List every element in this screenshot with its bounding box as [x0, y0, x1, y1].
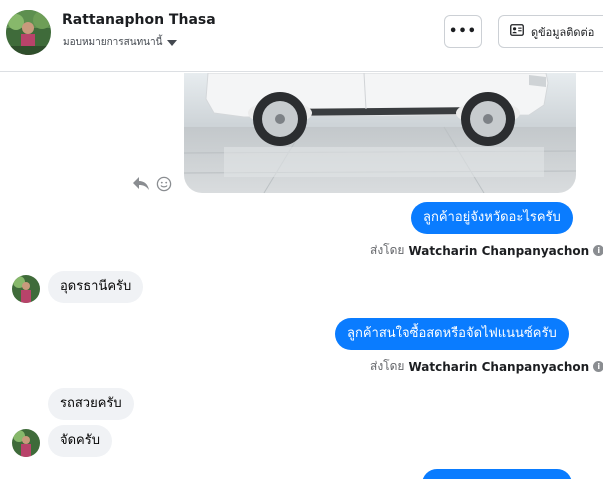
contact-avatar-small[interactable]: [12, 429, 40, 457]
message-actions: [132, 176, 172, 192]
view-contact-info-button[interactable]: ดูข้อมูลติดต่อ: [498, 15, 603, 48]
sent-by-line: ส่งโดย Watcharin Chanpanyachon i: [370, 241, 603, 260]
info-icon[interactable]: i: [593, 361, 603, 372]
outgoing-message-partial[interactable]: [422, 469, 572, 479]
contact-avatar[interactable]: [6, 10, 51, 55]
conversation-header: Rattanaphon Thasa มอบหมายการสนทนานี้ •••…: [0, 0, 603, 72]
reply-icon[interactable]: [132, 176, 150, 192]
contact-avatar-small[interactable]: [12, 275, 40, 303]
sent-by-name[interactable]: Watcharin Chanpanyachon: [408, 244, 589, 258]
info-icon[interactable]: i: [593, 245, 603, 256]
assign-conversation-dropdown[interactable]: มอบหมายการสนทนานี้: [63, 35, 178, 50]
sent-by-prefix: ส่งโดย: [370, 359, 405, 373]
incoming-message[interactable]: อุดรธานีครับ: [48, 271, 144, 303]
more-dots-icon: •••: [449, 24, 477, 39]
outgoing-message[interactable]: ลูกค้าสนใจซื้อสดหรือจัดไฟแนนซ์ครับ: [335, 318, 569, 350]
contact-info-label: ดูข้อมูลติดต่อ: [531, 25, 595, 39]
sent-by-line: ส่งโดย Watcharin Chanpanyachon i: [370, 357, 603, 376]
contact-card-icon: [510, 24, 524, 39]
caret-down-icon: [167, 39, 178, 46]
contact-name[interactable]: Rattanaphon Thasa: [62, 12, 216, 28]
smiley-icon[interactable]: [156, 176, 172, 192]
sent-by-prefix: ส่งโดย: [370, 243, 405, 257]
more-options-button[interactable]: •••: [444, 15, 482, 48]
sent-by-name[interactable]: Watcharin Chanpanyachon: [408, 360, 589, 374]
incoming-message[interactable]: จัดครับ: [48, 425, 112, 457]
assign-label: มอบหมายการสนทนานี้: [63, 37, 163, 48]
outgoing-message[interactable]: ลูกค้าอยู่จังหวัดอะไรครับ: [411, 202, 573, 234]
incoming-message[interactable]: รถสวยครับ: [48, 388, 134, 420]
car-photo-attachment[interactable]: [184, 73, 576, 193]
